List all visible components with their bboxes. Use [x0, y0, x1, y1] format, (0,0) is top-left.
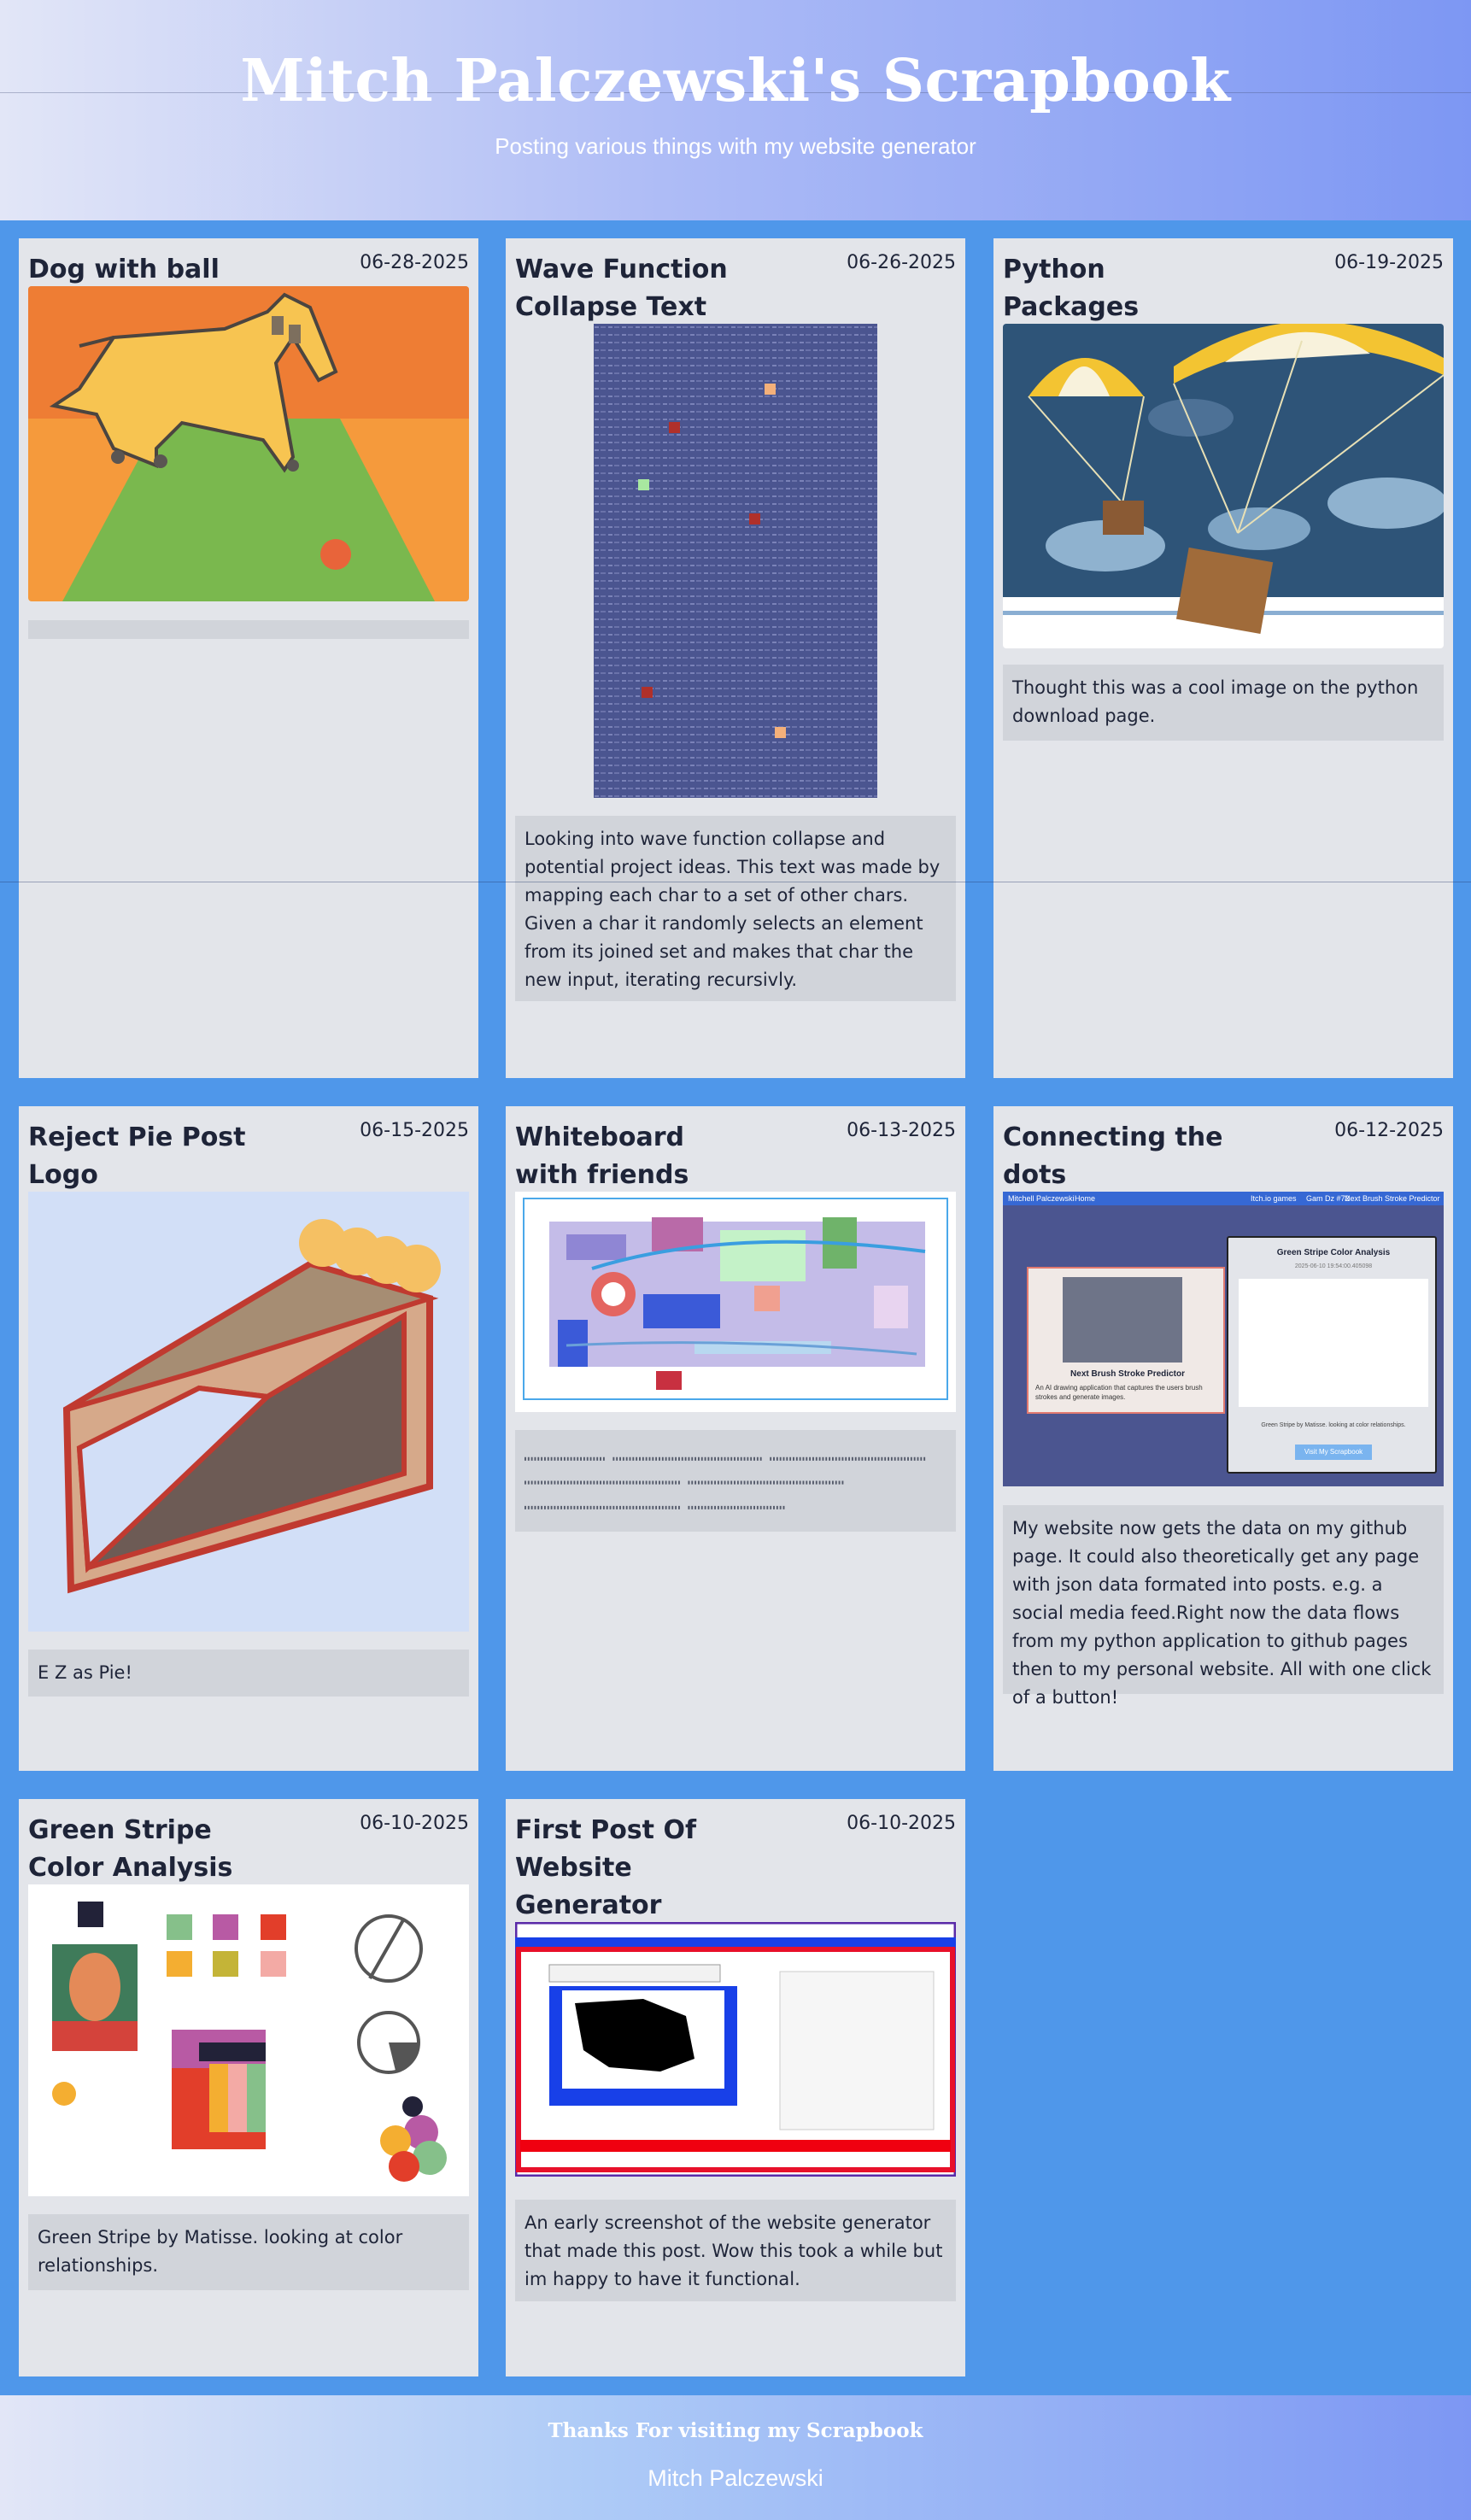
post-title: Python Packages [1003, 255, 1140, 322]
post-title: Reject Pie Post Logo [28, 1122, 246, 1190]
embedded-navbar: Mitchell Palczewski Home Itch.io games G… [1003, 1192, 1444, 1205]
embedded-brush-desc: An AI drawing application that captures … [1035, 1384, 1203, 1401]
embedded-brush-image [1063, 1277, 1182, 1363]
post-card-pie-logo[interactable]: Reject Pie Post Logo 06-15-2025 E Z as P… [19, 1106, 478, 1771]
whiteboard-image [515, 1192, 956, 1412]
embedded-popup-image [1239, 1279, 1428, 1407]
post-description: Thought this was a cool image on the pyt… [1003, 665, 1444, 741]
embedded-popup-caption: Green Stripe by Matisse. looking at colo… [1261, 1422, 1406, 1428]
post-date: 06-12-2025 [1334, 1120, 1444, 1141]
post-card-green-stripe[interactable]: Green Stripe Color Analysis 06-10-2025 G… [19, 1799, 478, 2376]
website-screenshot-image: Mitchell Palczewski Home Itch.io games G… [1003, 1192, 1444, 1486]
wave-function-text-image [594, 324, 877, 798]
post-date: 06-10-2025 [847, 1813, 956, 1834]
post-description [28, 620, 469, 639]
embedded-brush-card: Next Brush Stroke Predictor An AI drawin… [1027, 1267, 1225, 1414]
color-analysis-image [28, 1884, 469, 2196]
embedded-popup-button: Visit My Scrapbook [1295, 1445, 1372, 1460]
embedded-popup-title: Green Stripe Color Analysis [1276, 1248, 1391, 1257]
post-title: First Post Of Website Generator [515, 1815, 697, 1920]
site-footer: Thanks For visiting my Scrapbook Mitch P… [0, 2395, 1471, 2520]
post-date: 06-19-2025 [1334, 252, 1444, 273]
embedded-nav-home: Home [1075, 1194, 1096, 1203]
post-card-dog-with-ball[interactable]: Dog with ball 06-28-2025 [19, 238, 478, 1078]
footer-thanks: Thanks For visiting my Scrapbook [548, 2419, 923, 2442]
embedded-popup-date: 2025-06-10 19:54:00.405098 [1294, 1263, 1373, 1269]
site-header: Mitch Palczewski's Scrapbook Posting var… [0, 0, 1471, 220]
post-card-wave-function-collapse[interactable]: Wave Function Collapse Text 06-26-2025 L… [506, 238, 965, 1078]
post-description: An early screenshot of the website gener… [515, 2200, 956, 2301]
post-card-connecting-dots[interactable]: Connecting the dots 06-12-2025 Mitchell … [993, 1106, 1453, 1771]
site-title: Mitch Palczewski's Scrapbook [240, 47, 1231, 115]
post-date: 06-28-2025 [360, 252, 469, 273]
generator-screenshot-image [515, 1922, 956, 2177]
post-card-whiteboard[interactable]: Whiteboard with friends 06-13-2025 [506, 1106, 965, 1771]
post-date: 06-26-2025 [847, 252, 956, 273]
embedded-brush-title: Next Brush Stroke Predictor [1070, 1369, 1185, 1379]
post-title: Wave Function Collapse Text [515, 255, 728, 322]
post-description [515, 1430, 956, 1532]
post-description: Looking into wave function collapse and … [515, 816, 956, 1001]
site-subtitle: Posting various things with my website g… [495, 133, 976, 159]
embedded-nav-itch: Itch.io games [1251, 1194, 1297, 1203]
pie-logo-image [28, 1192, 469, 1632]
post-description: Green Stripe by Matisse. looking at colo… [28, 2214, 469, 2290]
post-title: Connecting the dots [1003, 1122, 1223, 1190]
post-date: 06-10-2025 [360, 1813, 469, 1834]
embedded-nav-name: Mitchell Palczewski [1008, 1194, 1075, 1203]
post-card-python-packages[interactable]: Python Packages 06-19-2025 Thought this … [993, 238, 1453, 1078]
embedded-nav-gamdz: Gam Dz #72 [1306, 1194, 1350, 1203]
embedded-nav-brush: Next Brush Stroke Predictor [1345, 1194, 1440, 1203]
footer-author-name: Mitch Palczewski [648, 2465, 823, 2491]
parachute-image [1003, 324, 1444, 648]
embedded-popup-card: Green Stripe Color Analysis 2025-06-10 1… [1227, 1236, 1437, 1474]
post-title: Green Stripe Color Analysis [28, 1815, 233, 1883]
post-description: E Z as Pie! [28, 1650, 469, 1697]
post-title: Dog with ball [28, 255, 220, 284]
post-date: 06-15-2025 [360, 1120, 469, 1141]
post-title: Whiteboard with friends [515, 1122, 689, 1190]
post-card-first-post[interactable]: First Post Of Website Generator 06-10-20… [506, 1799, 965, 2376]
post-description: My website now gets the data on my githu… [1003, 1505, 1444, 1708]
post-date: 06-13-2025 [847, 1120, 956, 1141]
dog-drawing-image [28, 286, 469, 601]
